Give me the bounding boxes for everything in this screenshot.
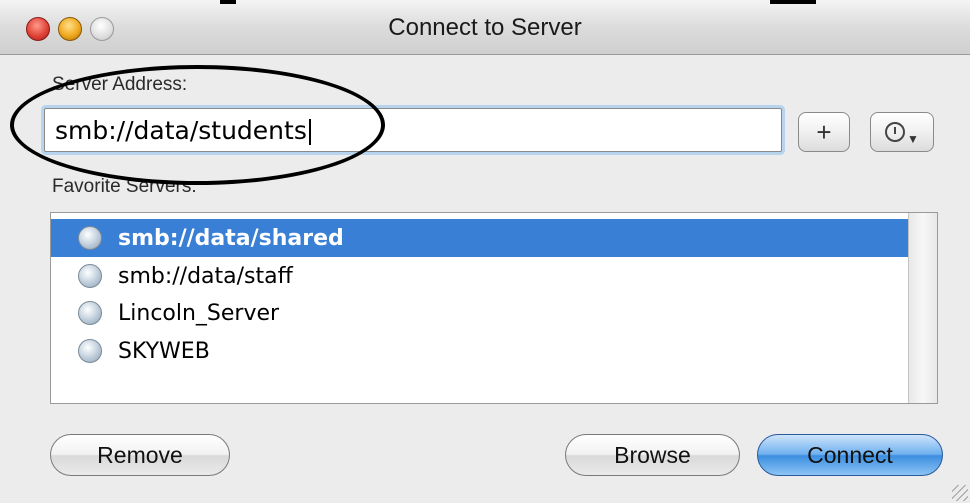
window-title: Connect to Server (388, 14, 582, 41)
server-address-label: Server Address: (52, 74, 188, 95)
list-item-label: smb://data/shared (118, 225, 344, 251)
list-item[interactable]: Lincoln_Server (51, 294, 909, 332)
globe-server-icon (78, 301, 102, 325)
remove-button[interactable]: Remove (50, 434, 230, 476)
browse-button[interactable]: Browse (565, 434, 740, 476)
top-edge-mark (220, 0, 236, 4)
add-favorite-button[interactable]: + (798, 112, 850, 152)
list-item[interactable]: smb://data/shared (51, 219, 909, 257)
list-item[interactable]: SKYWEB (51, 332, 909, 370)
title-bar[interactable]: Connect to Server (0, 0, 970, 55)
clock-icon (885, 122, 906, 142)
list-item-label: SKYWEB (118, 338, 210, 364)
text-caret (308, 119, 311, 145)
top-edge-mark (770, 0, 816, 4)
list-scrollbar[interactable] (908, 213, 937, 403)
chevron-down-icon: ▼ (907, 132, 919, 146)
resize-grip[interactable] (952, 485, 968, 501)
globe-server-icon (78, 264, 102, 288)
connect-button[interactable]: Connect (757, 434, 943, 476)
favorite-servers-list[interactable]: smb://data/shared smb://data/staff Linco… (50, 212, 938, 404)
favorite-servers-label: Favorite Servers: (52, 176, 197, 197)
recent-servers-button[interactable]: ▼ (870, 112, 934, 152)
list-item[interactable]: smb://data/staff (51, 257, 909, 295)
server-address-input[interactable]: smb://data/students (44, 108, 782, 152)
server-address-value: smb://data/students (55, 116, 307, 145)
list-item-label: Lincoln_Server (118, 300, 280, 326)
connect-to-server-window: Connect to Server Server Address: smb://… (0, 0, 970, 503)
globe-server-icon (78, 226, 102, 250)
list-item-label: smb://data/staff (118, 263, 293, 289)
plus-icon: + (816, 116, 832, 147)
globe-server-icon (78, 339, 102, 363)
